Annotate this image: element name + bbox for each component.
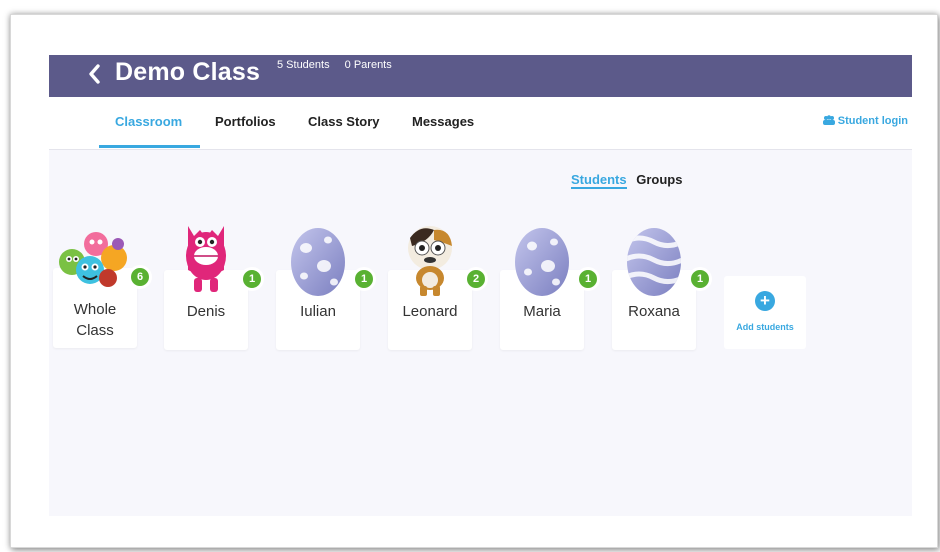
- student-name: Maria: [523, 303, 561, 320]
- points-badge: 1: [240, 267, 264, 291]
- hamster-monster-icon: [408, 226, 452, 296]
- student-name: Iulian: [300, 303, 336, 320]
- whole-class-label: Whole Class: [53, 299, 137, 341]
- student-name: Denis: [186, 303, 226, 320]
- students-count: 5 Students: [277, 59, 330, 71]
- groups-view-toggle[interactable]: Groups: [636, 172, 682, 187]
- tab-messages[interactable]: Messages: [412, 114, 474, 129]
- points-badge: 1: [576, 267, 600, 291]
- add-students-label: Add students: [736, 322, 794, 332]
- class-title: Demo Class: [115, 58, 261, 86]
- students-view-toggle[interactable]: Students: [571, 172, 627, 189]
- student-login-label: Student login: [837, 115, 908, 127]
- whole-class-label-line1: Whole: [73, 301, 117, 318]
- students-group-icon: [822, 115, 835, 125]
- points-badge: 6: [128, 265, 152, 289]
- spotted-egg-icon: [515, 228, 569, 296]
- pink-monster-icon: [186, 226, 226, 292]
- view-toggle: Students Groups: [571, 172, 682, 189]
- student-name: Leonard: [402, 303, 458, 320]
- chevron-left-icon[interactable]: [85, 62, 105, 86]
- tab-class-story[interactable]: Class Story: [308, 114, 380, 129]
- student-login-link[interactable]: Student login: [822, 115, 908, 127]
- tab-portfolios[interactable]: Portfolios: [215, 114, 276, 129]
- class-header: Demo Class 5 Students 0 Parents: [49, 55, 912, 97]
- add-students-button[interactable]: + Add students: [724, 276, 806, 349]
- class-counts: 5 Students 0 Parents: [277, 59, 404, 71]
- whole-class-label-line2: Class: [76, 322, 114, 339]
- student-name: Roxana: [628, 303, 680, 320]
- tab-classroom[interactable]: Classroom: [115, 114, 182, 129]
- whole-class-monsters-icon: [59, 232, 127, 287]
- nav-bar: Classroom Portfolios Class Story Message…: [49, 97, 912, 150]
- points-badge: 1: [352, 267, 376, 291]
- points-badge: 2: [464, 267, 488, 291]
- plus-circle-icon: +: [755, 291, 775, 311]
- active-tab-indicator: [99, 145, 200, 148]
- points-badge: 1: [688, 267, 712, 291]
- striped-egg-icon: [627, 228, 681, 296]
- parents-count: 0 Parents: [344, 59, 392, 71]
- spotted-egg-icon: [291, 228, 345, 296]
